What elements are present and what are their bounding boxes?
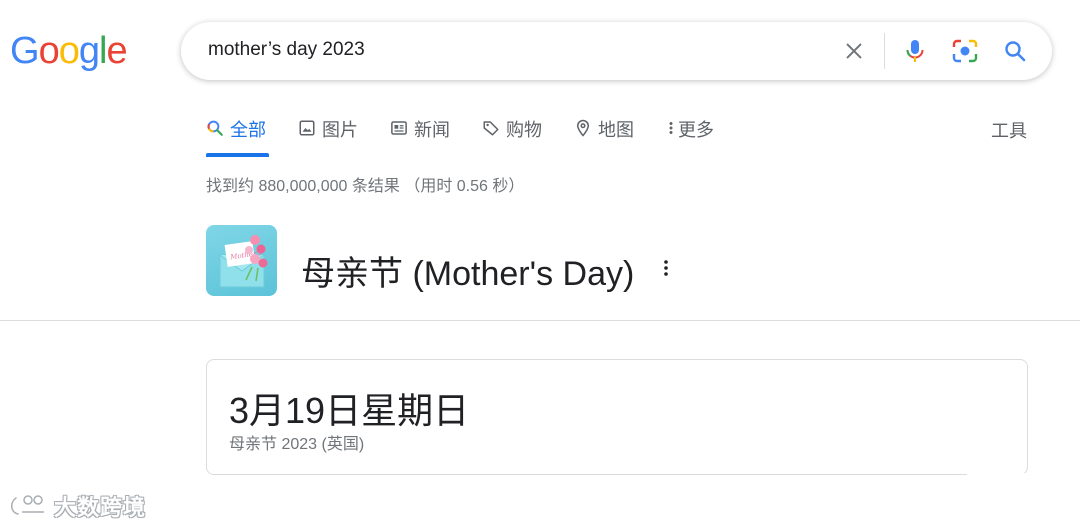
card-edge-fade [967,473,1027,475]
tab-all-label: 全部 [230,120,266,140]
active-tab-indicator [206,153,269,157]
knowledge-panel-title: 母亲节 (Mother's Day) [301,255,635,293]
result-stats: 找到约 880,000,000 条结果 （用时 0.56 秒） [206,178,525,195]
answer-subtitle: 母亲节 2023 (英国) [229,436,365,453]
tab-all[interactable]: 全部 [206,116,269,158]
logo-letter-2: o [38,30,60,72]
tab-maps[interactable]: 地图 [574,116,634,158]
tab-images-label: 图片 [322,120,358,140]
more-vert-icon [664,260,668,276]
search-input[interactable]: mother’s day 2023 [208,39,365,61]
watermark-logo-icon [9,495,44,517]
search-bar[interactable]: mother’s day 2023 [181,22,1052,80]
image-search-button[interactable] [951,37,979,65]
answer-card: 3月19日星期日 母亲节 2023 (英国) [206,359,1028,475]
tab-maps-label: 地图 [598,120,634,140]
search-divider [884,33,885,69]
mothers-day-card-image: Mother's [219,235,268,288]
logo-letter-3: o [58,30,80,72]
tab-shopping[interactable]: 购物 [482,116,542,158]
map-pin-icon [576,119,590,137]
answer-date: 3月19日星期日 [229,390,470,431]
tab-more-label: 更多 [678,120,714,140]
search-icon [207,120,223,136]
camera-lens-icon [952,39,978,63]
tab-shopping-label: 购物 [506,120,542,140]
logo-letter-4: g [78,30,100,72]
more-vert-icon [669,122,673,134]
watermark-text: 大数跨境 [54,495,147,520]
search-submit-button[interactable] [1001,37,1029,65]
news-icon [391,121,407,135]
tab-news-label: 新闻 [414,120,450,140]
tab-images[interactable]: 图片 [298,116,358,158]
knowledge-panel-more-button[interactable] [659,258,673,278]
logo-letter-6: e [106,30,127,72]
clear-search-button[interactable] [840,37,868,65]
google-logo[interactable]: Google [10,30,128,72]
close-icon [846,43,862,59]
tools-button[interactable]: 工具 [991,117,1027,143]
tab-news[interactable]: 新闻 [390,116,450,158]
image-icon [299,120,315,136]
tab-more[interactable]: 更多 [666,116,714,158]
voice-search-button[interactable] [901,37,929,65]
watermark: 大数跨境 [8,490,146,522]
tag-icon [483,121,499,136]
search-icon [1005,41,1026,62]
google-logo-text: Google [10,30,128,72]
microphone-icon [906,40,924,62]
knowledge-panel-thumbnail[interactable]: Mother's [206,225,277,296]
logo-letter-1: G [10,30,40,72]
section-divider [0,320,1080,321]
